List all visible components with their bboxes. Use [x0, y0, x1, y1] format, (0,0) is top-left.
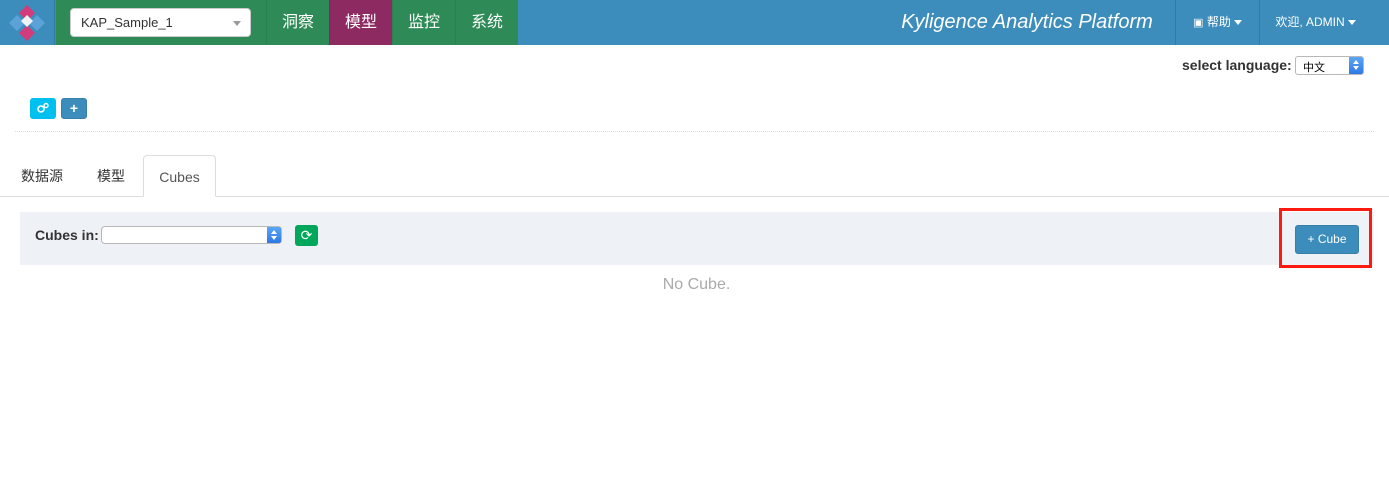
cubes-in-label: Cubes in:	[35, 227, 99, 243]
add-button[interactable]: +	[61, 98, 87, 119]
refresh-button[interactable]: ⟳	[295, 225, 318, 246]
user-menu[interactable]: 欢迎, ADMIN	[1259, 0, 1371, 45]
caret-down-icon	[1347, 20, 1356, 26]
language-value: 中文	[1303, 62, 1325, 74]
logo[interactable]	[0, 0, 55, 45]
language-label: select language:	[1182, 57, 1292, 73]
plus-icon: +	[69, 100, 79, 116]
cubes-model-select[interactable]	[101, 226, 282, 244]
language-select[interactable]: 中文	[1295, 56, 1364, 75]
gears-icon	[37, 102, 49, 113]
nav-insight[interactable]: 洞察	[266, 0, 329, 45]
highlight-box	[1279, 208, 1372, 268]
select-stepper-icon	[267, 227, 281, 243]
empty-message: No Cube.	[662, 276, 731, 293]
divider	[15, 131, 1374, 132]
cube-toolbar: Cubes in: ⟳ + Cube	[20, 212, 1374, 265]
brand-title: Kyligence Analytics Platform	[901, 11, 1153, 33]
caret-down-icon	[1233, 20, 1242, 26]
refresh-icon: ⟳	[300, 227, 313, 243]
help-label: 帮助	[1206, 15, 1231, 29]
project-area: KAP_Sample_1	[56, 0, 266, 45]
book-icon: ▣	[1193, 17, 1204, 29]
nav-system[interactable]: 系统	[455, 0, 518, 45]
project-select-value: KAP_Sample_1	[81, 15, 173, 30]
caret-down-icon	[233, 21, 241, 26]
select-stepper-icon	[1349, 57, 1363, 74]
settings-button[interactable]	[30, 98, 56, 119]
tab-model[interactable]: 模型	[82, 155, 140, 197]
project-select[interactable]: KAP_Sample_1	[70, 8, 251, 37]
nav-model[interactable]: 模型	[329, 0, 392, 45]
user-label: 欢迎, ADMIN	[1275, 15, 1345, 29]
tab-cubes[interactable]: Cubes	[143, 155, 216, 197]
cube-diamond-icon	[9, 5, 45, 41]
tab-datasource[interactable]: 数据源	[10, 155, 74, 197]
help-menu[interactable]: ▣ 帮助	[1175, 0, 1259, 45]
nav-monitor[interactable]: 监控	[392, 0, 455, 45]
top-navbar: KAP_Sample_1 洞察 模型 监控 系统 Kyligence Analy…	[0, 0, 1389, 45]
